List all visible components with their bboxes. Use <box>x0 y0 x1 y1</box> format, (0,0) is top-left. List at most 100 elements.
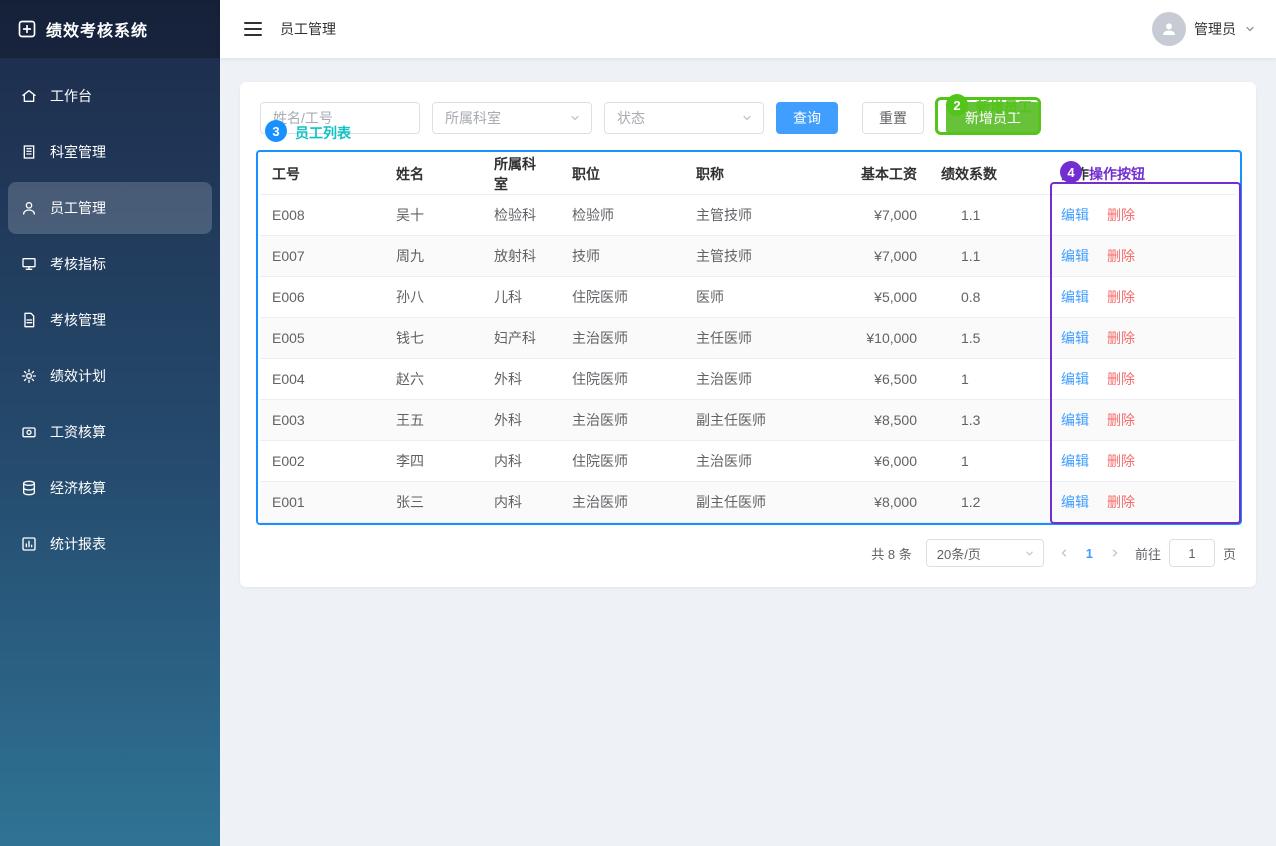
cell-employee-id: E004 <box>260 359 384 400</box>
cell-position: 主治医师 <box>560 400 684 441</box>
cell-actions: 编辑 删除 <box>1049 277 1236 318</box>
status-select-placeholder: 状态 <box>617 108 645 128</box>
cell-title: 主管技师 <box>684 236 812 277</box>
page-number-1[interactable]: 1 <box>1086 546 1093 561</box>
chevron-down-icon <box>569 112 581 124</box>
chart-icon <box>20 535 38 553</box>
cell-employee-id: E003 <box>260 400 384 441</box>
monitor-icon <box>20 255 38 273</box>
cell-base-salary: ¥7,000 <box>812 195 929 236</box>
table-row: E005 钱七 妇产科 主治医师 主任医师 ¥10,000 1.5 编辑删除 <box>260 318 1236 359</box>
delete-link[interactable]: 删除 <box>1107 412 1135 428</box>
cell-employee-id: E001 <box>260 482 384 523</box>
cell-title: 主治医师 <box>684 441 812 482</box>
cell-name: 孙八 <box>384 277 482 318</box>
app-title: 绩效考核系统 <box>46 17 148 41</box>
cell-name: 周九 <box>384 236 482 277</box>
sidebar-item-assessment[interactable]: 考核管理 <box>8 294 212 346</box>
cell-position: 住院医师 <box>560 359 684 400</box>
delete-link[interactable]: 删除 <box>1107 289 1135 305</box>
search-button[interactable]: 查询 <box>776 102 838 134</box>
cell-name: 张三 <box>384 482 482 523</box>
sidebar-item-reports[interactable]: 统计报表 <box>8 518 212 570</box>
sidebar-item-economics[interactable]: 经济核算 <box>8 462 212 514</box>
cell-coefficient: 1.3 <box>929 400 1049 441</box>
cell-title: 主任医师 <box>684 318 812 359</box>
pagination: 共 8 条 20条/页 1 <box>260 539 1236 567</box>
edit-link[interactable]: 编辑 <box>1061 412 1089 428</box>
delete-link[interactable]: 删除 <box>1107 248 1135 264</box>
goto-page: 前往 页 <box>1135 539 1236 567</box>
chevron-down-icon <box>741 112 753 124</box>
cell-position: 主治医师 <box>560 482 684 523</box>
cell-department: 内科 <box>482 441 560 482</box>
sidebar-item-workbench[interactable]: 工作台 <box>8 70 212 122</box>
add-employee-button[interactable]: 新增员工 <box>946 102 1040 134</box>
goto-unit: 页 <box>1223 544 1236 563</box>
edit-link[interactable]: 编辑 <box>1061 371 1089 387</box>
delete-link[interactable]: 删除 <box>1107 207 1135 223</box>
wallet-icon <box>20 423 38 441</box>
chevron-down-icon <box>1244 23 1256 35</box>
edit-link[interactable]: 编辑 <box>1061 289 1089 305</box>
user-menu[interactable]: 管理员 <box>1152 12 1256 46</box>
page-size-select[interactable]: 20条/页 <box>926 539 1044 567</box>
topbar: 员工管理 管理员 <box>220 0 1276 58</box>
hamburger-menu-icon[interactable] <box>244 21 262 37</box>
header-base-salary: 基本工资 <box>812 154 929 195</box>
next-page-button[interactable] <box>1109 547 1121 559</box>
cell-base-salary: ¥8,000 <box>812 482 929 523</box>
cell-name: 赵六 <box>384 359 482 400</box>
cell-department: 外科 <box>482 359 560 400</box>
delete-link[interactable]: 删除 <box>1107 494 1135 510</box>
sidebar-item-label: 工资核算 <box>50 422 106 442</box>
cell-title: 副主任医师 <box>684 400 812 441</box>
sidebar-item-kpi[interactable]: 考核指标 <box>8 238 212 290</box>
sidebar-item-performance-plan[interactable]: 绩效计划 <box>8 350 212 402</box>
cell-actions: 编辑 删除 <box>1049 400 1236 441</box>
cell-title: 主管技师 <box>684 195 812 236</box>
cell-position: 主治医师 <box>560 318 684 359</box>
table-header-row: 工号 姓名 所属科室 职位 职称 基本工资 绩效系数 操作 <box>260 154 1236 195</box>
edit-link[interactable]: 编辑 <box>1061 207 1089 223</box>
cell-actions: 编辑 删除 <box>1049 195 1236 236</box>
sidebar-item-payroll[interactable]: 工资核算 <box>8 406 212 458</box>
keyword-input[interactable] <box>260 102 420 134</box>
cell-employee-id: E006 <box>260 277 384 318</box>
cell-name: 李四 <box>384 441 482 482</box>
cell-coefficient: 1 <box>929 359 1049 400</box>
sidebar-item-label: 工作台 <box>50 86 92 106</box>
header-coefficient: 绩效系数 <box>929 154 1049 195</box>
sidebar-item-label: 经济核算 <box>50 478 106 498</box>
delete-link[interactable]: 删除 <box>1107 371 1135 387</box>
sidebar-item-employees[interactable]: 员工管理 <box>8 182 212 234</box>
reset-button[interactable]: 重置 <box>862 102 924 134</box>
department-select[interactable]: 所属科室 <box>432 102 592 134</box>
sidebar-item-label: 考核指标 <box>50 254 106 274</box>
cell-actions: 编辑 删除 <box>1049 236 1236 277</box>
cell-base-salary: ¥8,500 <box>812 400 929 441</box>
prev-page-button[interactable] <box>1058 547 1070 559</box>
cell-base-salary: ¥10,000 <box>812 318 929 359</box>
cell-actions: 编辑 删除 <box>1049 359 1236 400</box>
edit-link[interactable]: 编辑 <box>1061 330 1089 346</box>
goto-page-input[interactable] <box>1169 539 1215 567</box>
employee-table: 工号 姓名 所属科室 职位 职称 基本工资 绩效系数 操作 E008 <box>260 154 1236 523</box>
delete-link[interactable]: 删除 <box>1107 453 1135 469</box>
sidebar: 绩效考核系统 工作台 科室管理 员工管理 <box>0 0 220 846</box>
header-title: 职称 <box>684 154 812 195</box>
table-row: E006 孙八 儿科 住院医师 医师 ¥5,000 0.8 编辑删除 <box>260 277 1236 318</box>
cell-employee-id: E008 <box>260 195 384 236</box>
cell-coefficient: 0.8 <box>929 277 1049 318</box>
cell-name: 钱七 <box>384 318 482 359</box>
cell-name: 王五 <box>384 400 482 441</box>
status-select[interactable]: 状态 <box>604 102 764 134</box>
sidebar-item-departments[interactable]: 科室管理 <box>8 126 212 178</box>
edit-link[interactable]: 编辑 <box>1061 248 1089 264</box>
cell-actions: 编辑 删除 <box>1049 441 1236 482</box>
edit-link[interactable]: 编辑 <box>1061 453 1089 469</box>
delete-link[interactable]: 删除 <box>1107 330 1135 346</box>
edit-link[interactable]: 编辑 <box>1061 494 1089 510</box>
main-area: 员工管理 管理员 所属科室 <box>220 0 1276 846</box>
sidebar-item-label: 员工管理 <box>50 198 106 218</box>
